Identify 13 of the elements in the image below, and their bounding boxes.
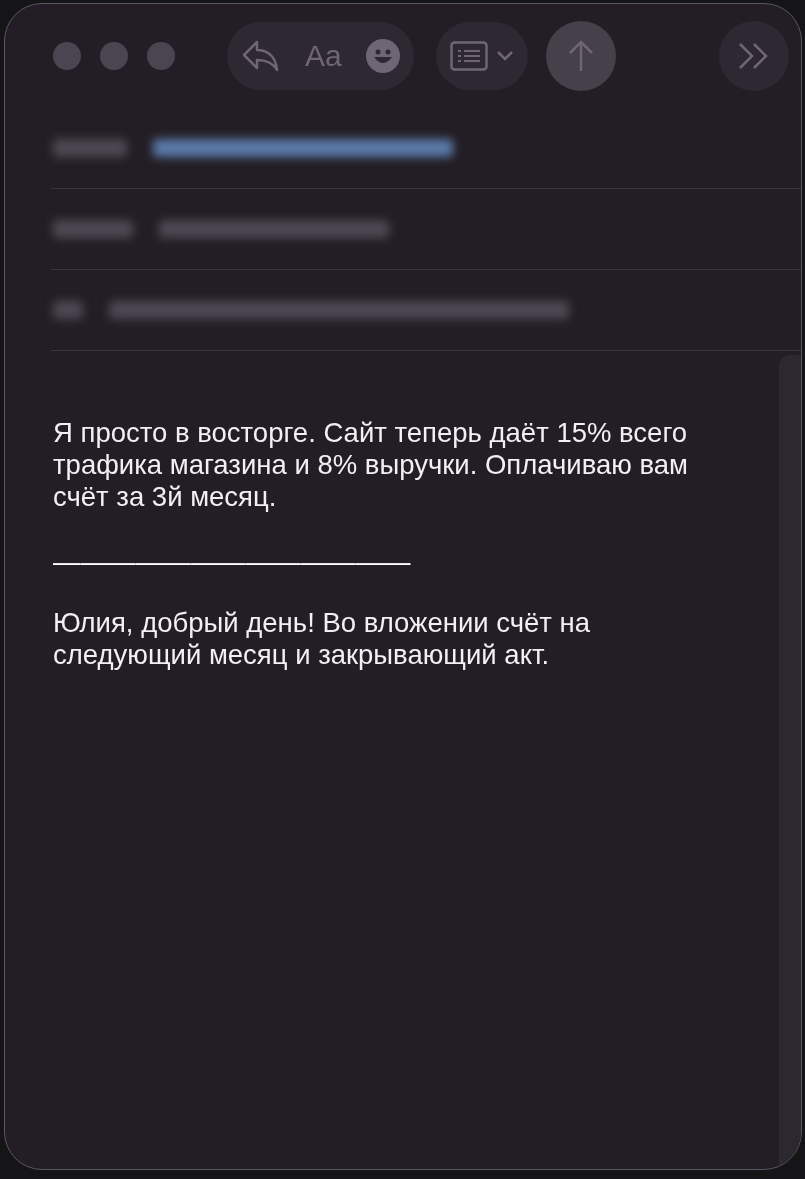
message-body[interactable]: Я просто в восторге. Сайт теперь даёт 15% всего трафика магазина и 8% выручки. Оплачиваю вам счёт за 3й месяц. ————————————— Юлия, добрый день! Во вложении счёт на следующий месяц и закрывающий акт. <box>5 351 779 1169</box>
blurred-label <box>53 301 83 319</box>
message-paragraph: Я просто в восторге. Сайт теперь даёт 15% всего трафика магазина и 8% выручки. Оплачиваю вам счёт за 3й месяц. <box>53 417 689 513</box>
list-window-icon <box>449 41 488 71</box>
emoji-button[interactable] <box>365 39 400 73</box>
arrow-up-icon <box>567 39 594 73</box>
minimize-button[interactable] <box>100 42 128 70</box>
message-paragraph: Юлия, добрый день! Во вложении счёт на следующий месяц и закрывающий акт. <box>53 607 592 671</box>
zoom-button[interactable] <box>147 42 175 70</box>
close-button[interactable] <box>53 42 81 70</box>
chevron-down-icon <box>495 50 514 62</box>
reply-arrow-button[interactable] <box>241 38 281 74</box>
separator-line: ————————————— <box>53 547 411 577</box>
